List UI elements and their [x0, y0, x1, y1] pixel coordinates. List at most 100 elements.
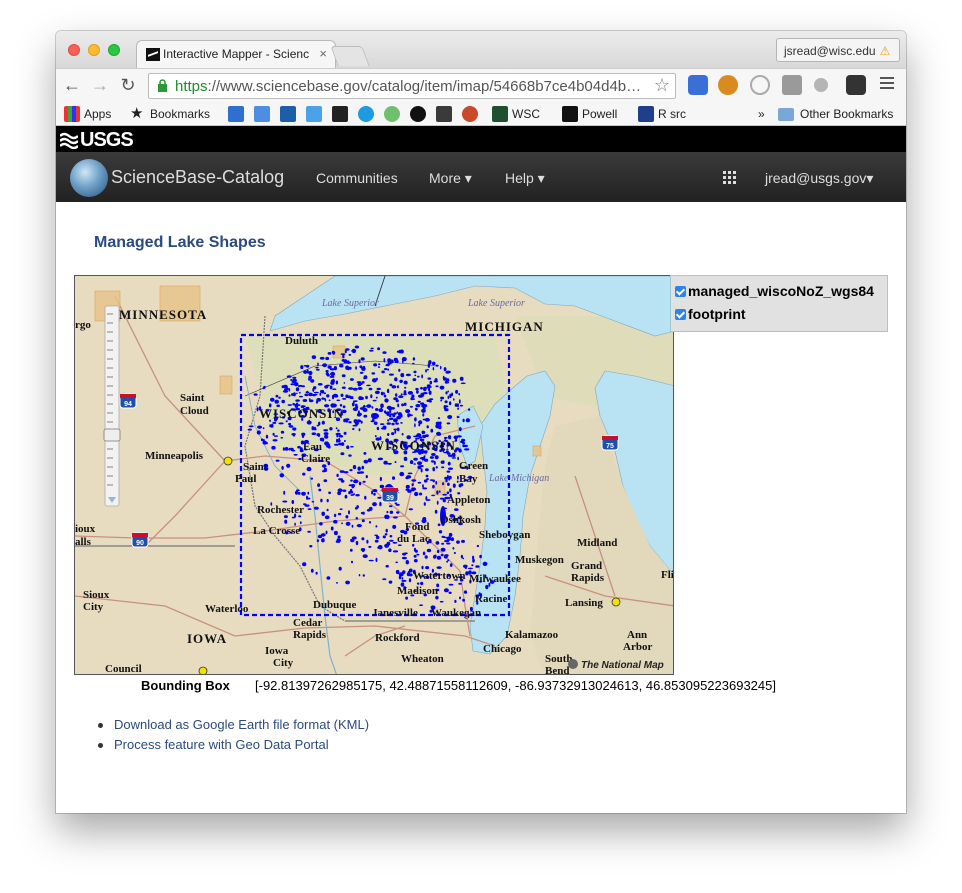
lake-shape: [441, 542, 445, 545]
bookmark-twitter-icon[interactable]: [280, 106, 296, 122]
map-label-iowa-city-2: City: [273, 657, 294, 669]
bookmark-github-icon[interactable]: [410, 106, 426, 122]
reload-icon[interactable]: ↻: [118, 75, 138, 96]
lake-shape: [363, 376, 366, 380]
zoom-slider[interactable]: [103, 305, 121, 507]
lake-shape: [280, 430, 285, 434]
lake-shape: [253, 393, 258, 396]
extension-stat-icon[interactable]: [718, 75, 738, 95]
lake-shape: [340, 442, 345, 446]
close-window-button[interactable]: [68, 44, 80, 56]
extension-cast-icon[interactable]: [688, 75, 708, 95]
bookmark-other[interactable]: Other Bookmarks: [800, 107, 893, 121]
lake-shape: [444, 408, 449, 412]
lake-shape: [325, 372, 329, 376]
lake-shape: [332, 388, 337, 390]
lake-shape: [371, 406, 374, 409]
lake-shape: [403, 380, 408, 385]
download-kml-link[interactable]: Download as Google Earth file format (KM…: [98, 717, 369, 732]
checkbox-icon[interactable]: [675, 309, 686, 320]
geo-data-portal-link[interactable]: Process feature with Geo Data Portal: [98, 737, 369, 752]
bookmark-bird-icon[interactable]: [306, 106, 322, 122]
usgs-logo[interactable]: USGS: [60, 129, 134, 152]
lake-shape: [321, 420, 325, 425]
map-label-waukegan: Waukegan: [431, 607, 481, 619]
back-arrow-icon[interactable]: ←: [62, 75, 82, 96]
layer-toggle-lakes[interactable]: managed_wiscoNoZ_wgs84: [675, 283, 874, 299]
new-tab-button[interactable]: [330, 46, 370, 66]
lake-shape: [346, 360, 350, 364]
bookmark-bookmarks[interactable]: Bookmarks: [150, 107, 210, 121]
lake-shape: [440, 554, 444, 557]
interstate-39-icon: 39: [381, 487, 399, 503]
zoom-window-button[interactable]: [108, 44, 120, 56]
map-canvas[interactable]: 94 39 75 90 rgo MINNESOTA MICHIGAN Dulut…: [75, 276, 674, 675]
nav-help-dropdown[interactable]: Help ▾: [505, 170, 545, 187]
layer-toggle-footprint[interactable]: footprint: [675, 306, 746, 322]
map-label-waterloo: Waterloo: [205, 603, 249, 615]
bookmarks-overflow-button[interactable]: »: [758, 107, 765, 121]
brand-link[interactable]: ScienceBase-Catalog: [111, 167, 284, 188]
bookmark-e-icon[interactable]: [462, 106, 478, 122]
extension-bulb-icon[interactable]: [814, 78, 828, 92]
lake-shape: [421, 374, 423, 379]
lake-shape: [362, 365, 366, 370]
zoom-slider-handle[interactable]: [103, 428, 121, 442]
lake-shape: [462, 418, 465, 423]
lake-shape: [372, 378, 377, 383]
bookmark-rg-icon[interactable]: [436, 106, 452, 122]
extension-cube-icon[interactable]: [782, 75, 802, 95]
extension-sync-icon[interactable]: [750, 75, 770, 95]
minimize-window-button[interactable]: [88, 44, 100, 56]
lake-shape: [399, 379, 403, 383]
lake-shape: [357, 387, 363, 390]
bookmark-rsrc[interactable]: R src: [658, 107, 686, 121]
bookmark-powell[interactable]: Powell: [582, 107, 617, 121]
user-menu-dropdown[interactable]: jread@usgs.gov▾: [765, 170, 873, 187]
bookmark-gear-icon[interactable]: [384, 106, 400, 122]
address-bar[interactable]: https://www.sciencebase.gov/catalog/item…: [148, 73, 676, 99]
lake-shape: [447, 482, 450, 486]
bookmark-google-icon[interactable]: [254, 106, 270, 122]
browser-menu-icon[interactable]: [880, 77, 894, 92]
nav-more-dropdown[interactable]: More ▾: [429, 170, 472, 187]
lake-shape: [422, 487, 428, 490]
bookmark-apps[interactable]: Apps: [84, 107, 111, 121]
browser-tab[interactable]: Interactive Mapper - Scienc ×: [136, 40, 336, 68]
lake-shape: [440, 399, 443, 402]
bookmark-chart-icon[interactable]: [228, 106, 244, 122]
forward-arrow-icon[interactable]: →: [90, 75, 110, 96]
lake-shape: [355, 494, 360, 497]
lake-shape: [395, 393, 398, 397]
nav-communities[interactable]: Communities: [316, 170, 398, 186]
lake-shape: [446, 536, 452, 541]
lake-shape: [292, 427, 297, 431]
lake-shape: [392, 550, 399, 553]
bookmark-wsc[interactable]: WSC: [512, 107, 540, 121]
lake-shape: [460, 382, 466, 385]
lake-shape: [302, 562, 307, 567]
profile-button[interactable]: jsread@wisc.edu ⚠: [776, 38, 900, 62]
extension-box-icon[interactable]: [846, 75, 866, 95]
lake-shape: [449, 488, 452, 493]
checkbox-icon[interactable]: [675, 286, 686, 297]
lake-shape: [313, 393, 318, 396]
lake-shape: [408, 508, 413, 511]
map-label-ann-arbor-1: Ann: [627, 629, 647, 641]
bookmark-figure-icon[interactable]: [332, 106, 348, 122]
lake-shape: [430, 460, 435, 463]
lake-shape: [304, 504, 310, 507]
lake-shape: [458, 582, 462, 585]
lake-shape: [352, 400, 355, 404]
lake-shape: [357, 466, 361, 471]
lake-shape: [310, 379, 315, 383]
bookmark-circle-icon[interactable]: [358, 106, 374, 122]
lake-shape: [435, 541, 440, 545]
apps-grid-icon[interactable]: [723, 171, 736, 184]
lake-shape: [376, 426, 380, 431]
interactive-map[interactable]: 94 39 75 90 rgo MINNESOTA MICHIGAN Dulut…: [74, 275, 674, 675]
tab-close-icon[interactable]: ×: [319, 46, 327, 61]
bookmark-star-icon[interactable]: ☆: [654, 75, 670, 96]
lake-shape: [463, 444, 468, 448]
lake-shape: [407, 413, 410, 418]
